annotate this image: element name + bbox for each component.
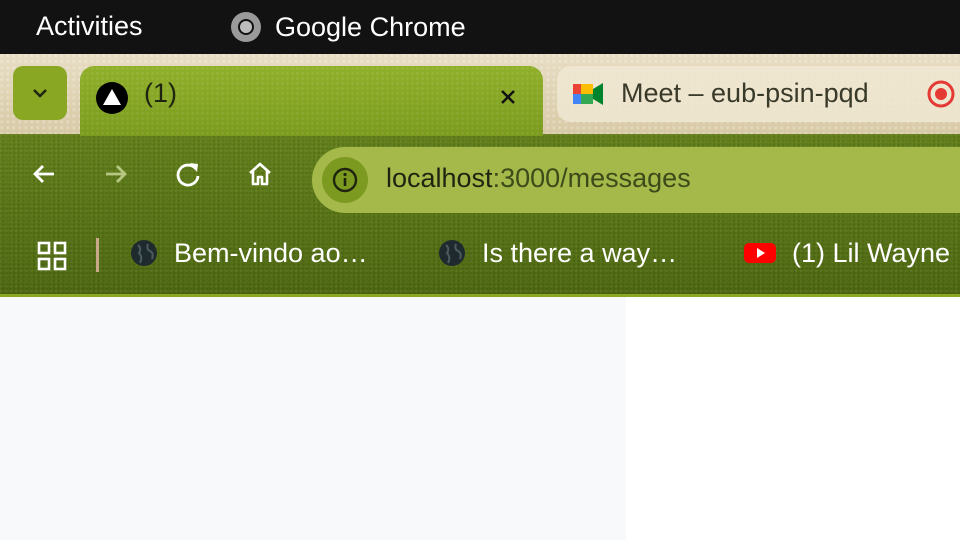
site-info-button[interactable]	[322, 157, 368, 203]
url-text: localhost:3000/messages	[386, 163, 691, 194]
activities-button[interactable]: Activities	[36, 11, 143, 42]
close-tab-button[interactable]	[493, 82, 523, 112]
globe-icon	[439, 240, 465, 266]
tab-active[interactable]: (1)	[80, 66, 543, 136]
page-content	[0, 297, 960, 540]
reload-icon	[176, 163, 200, 187]
tab-strip: (1) Meet – eub-psin-pqd	[0, 54, 960, 136]
app-name: Google Chrome	[275, 11, 466, 42]
url-path: :3000/messages	[492, 163, 691, 193]
chevron-down-icon	[33, 89, 47, 98]
toolbar: localhost:3000/messages	[0, 134, 960, 214]
bookmarks-separator	[96, 238, 99, 272]
bookmark-item[interactable]: (1) Lil Wayne	[744, 236, 950, 270]
nextjs-triangle-icon	[96, 82, 128, 114]
home-icon	[249, 162, 271, 186]
forward-button[interactable]	[96, 154, 136, 194]
recording-icon	[927, 80, 955, 108]
bookmark-label: Bem-vindo ao…	[174, 237, 368, 268]
address-bar[interactable]: localhost:3000/messages	[312, 147, 960, 213]
back-button[interactable]	[24, 154, 64, 194]
url-host: localhost	[386, 163, 493, 193]
reload-button[interactable]	[168, 154, 208, 194]
info-icon	[332, 167, 358, 193]
browser-chrome: (1) Meet – eub-psin-pqd localhost:3000/m…	[0, 54, 960, 294]
bookmark-label: Is there a way…	[482, 237, 678, 268]
chrome-icon	[231, 12, 261, 42]
globe-icon	[131, 240, 157, 266]
home-button[interactable]	[240, 154, 280, 194]
bookmark-label: (1) Lil Wayne	[792, 237, 951, 268]
tab-title: Meet – eub-psin-pqd	[621, 78, 869, 108]
close-icon	[501, 90, 515, 104]
youtube-icon	[744, 243, 776, 263]
messages-sidebar-panel	[0, 297, 626, 540]
tab-title: (1)	[144, 78, 177, 108]
arrow-left-icon	[33, 165, 54, 183]
apps-grid-icon[interactable]	[36, 240, 68, 272]
bookmark-item[interactable]: Bem-vindo ao…	[130, 236, 368, 270]
bookmarks-bar: Bem-vindo ao… Is there a way… (1) Lil Wa…	[0, 214, 960, 292]
app-menu[interactable]: Google Chrome	[230, 11, 466, 43]
system-top-bar: Activities Google Chrome	[0, 0, 960, 54]
arrow-right-icon	[106, 165, 127, 183]
google-meet-icon	[573, 83, 603, 105]
tab-search-button[interactable]	[13, 66, 67, 120]
bookmark-item[interactable]: Is there a way…	[438, 236, 677, 270]
tab-meet[interactable]: Meet – eub-psin-pqd	[557, 66, 960, 122]
